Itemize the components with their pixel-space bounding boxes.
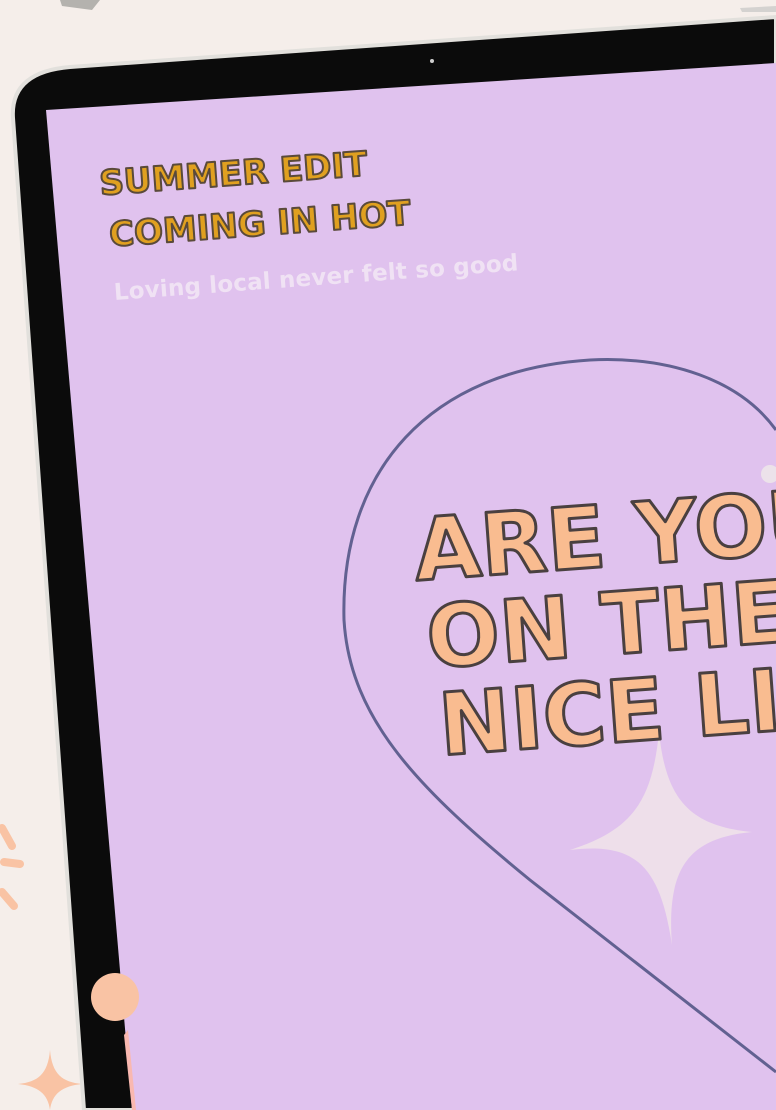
sunburst-icon [0, 824, 24, 910]
grey-paper-shape [60, 0, 100, 10]
speech-bubble-text: ARE YOU ON THE NICE LIS [409, 469, 776, 777]
sparkle-icon [18, 1050, 82, 1110]
background-scene: ARE YOU ON THE NICE LIS SUMMER EDIT COMI… [0, 0, 776, 1110]
grey-corner-shape [740, 6, 776, 12]
peach-circle [91, 973, 139, 1021]
camera-dot [430, 59, 434, 63]
